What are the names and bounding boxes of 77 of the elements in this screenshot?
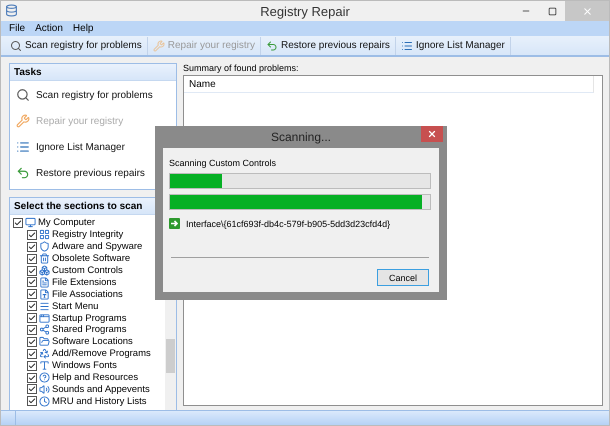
menu-item[interactable]: Help	[68, 23, 98, 34]
column-header[interactable]: Name	[184, 76, 594, 93]
toolbar-button[interactable]: Ignore List Manager	[396, 36, 511, 54]
tree-item[interactable]: Software Locations	[52, 336, 133, 348]
tree-item[interactable]: My Computer	[38, 217, 96, 228]
checkbox[interactable]	[27, 289, 37, 300]
checkbox[interactable]	[27, 230, 37, 240]
toolbar-button[interactable]: Restore previous repairs	[260, 36, 396, 54]
window-title: Registry Repair	[260, 4, 350, 18]
tree-item[interactable]: Shared Programs	[52, 324, 126, 336]
search-icon	[16, 88, 30, 102]
tree-item[interactable]: File Associations	[52, 288, 123, 300]
tree-item[interactable]: Obsolete Software	[52, 253, 130, 264]
tree-item[interactable]: Add/Remove Programs	[52, 348, 151, 360]
checkbox[interactable]	[27, 348, 37, 359]
recycle-icon	[39, 348, 50, 360]
grid-icon	[39, 229, 50, 240]
checkbox[interactable]	[27, 336, 37, 347]
tree-item[interactable]: Sounds and Appevents	[52, 384, 150, 395]
status-text: Scanning Custom Controls	[169, 158, 278, 168]
checkbox[interactable]	[27, 384, 37, 394]
checkbox[interactable]	[27, 324, 37, 335]
checkbox[interactable]	[27, 396, 37, 406]
checkbox[interactable]	[27, 254, 37, 264]
menu-icon	[39, 300, 50, 312]
close-icon	[582, 6, 592, 16]
tree-item[interactable]: Start Menu	[52, 300, 98, 312]
tree-item[interactable]: Help and Resources	[52, 372, 138, 384]
dialog-title: Scanning...	[270, 130, 332, 144]
tree-item[interactable]: Registry Integrity	[52, 229, 124, 240]
tree-item[interactable]: Startup Programs	[52, 312, 126, 324]
arrow-icon	[169, 218, 180, 229]
checkbox[interactable]	[27, 301, 37, 312]
task-link[interactable]: Scan registry for problems	[16, 85, 176, 105]
clock-icon	[39, 396, 50, 407]
checkbox[interactable]	[27, 360, 37, 371]
checkbox[interactable]	[27, 266, 37, 276]
search-icon	[10, 40, 22, 52]
wrench-icon	[16, 114, 30, 128]
maximize-icon	[548, 6, 556, 16]
summary-label: Summary of found problems:	[183, 63, 300, 73]
file-icon	[39, 288, 50, 300]
checkbox[interactable]	[27, 277, 37, 288]
panel-title: Tasks	[10, 64, 176, 81]
share-icon	[39, 324, 50, 336]
current-item-text: Interface\{61cf693f-db4c-579f-b905-5dd3d23cfd4d}	[186, 218, 390, 228]
undo-arrow-icon	[16, 166, 30, 180]
checkbox[interactable]	[13, 218, 23, 228]
window-icon	[39, 312, 50, 324]
toolbar-button[interactable]: Scan registry for problems	[5, 36, 148, 54]
cancel-button[interactable]: Cancel	[377, 269, 429, 286]
trash-icon	[39, 253, 50, 264]
list-icon	[16, 140, 30, 154]
tree-item[interactable]: MRU and History Lists	[52, 396, 146, 407]
speaker-icon	[39, 384, 50, 395]
task-link[interactable]: Ignore List Manager	[16, 137, 176, 157]
document-icon	[39, 276, 50, 288]
letter-icon	[39, 360, 50, 372]
tree-item[interactable]: Windows Fonts	[52, 360, 117, 372]
monitor-icon	[25, 217, 36, 228]
tree-item[interactable]: File Extensions	[52, 276, 116, 288]
close-icon	[427, 129, 437, 139]
checkbox[interactable]	[27, 372, 37, 383]
close-button[interactable]	[421, 126, 443, 142]
wrench-icon	[152, 40, 165, 52]
app-icon	[5, 4, 18, 17]
tree-item[interactable]: Custom Controls	[52, 265, 123, 276]
menu-item[interactable]: Action	[31, 23, 67, 34]
checkbox[interactable]	[27, 313, 37, 324]
help-icon	[39, 372, 50, 384]
folder-icon	[39, 336, 50, 348]
boxes-icon	[39, 265, 50, 276]
shield-icon	[39, 241, 50, 252]
menu-item[interactable]: File	[5, 23, 30, 34]
undo-arrow-icon	[266, 40, 278, 52]
checkbox[interactable]	[27, 242, 37, 252]
tree-item[interactable]: Adware and Spyware	[52, 241, 142, 252]
